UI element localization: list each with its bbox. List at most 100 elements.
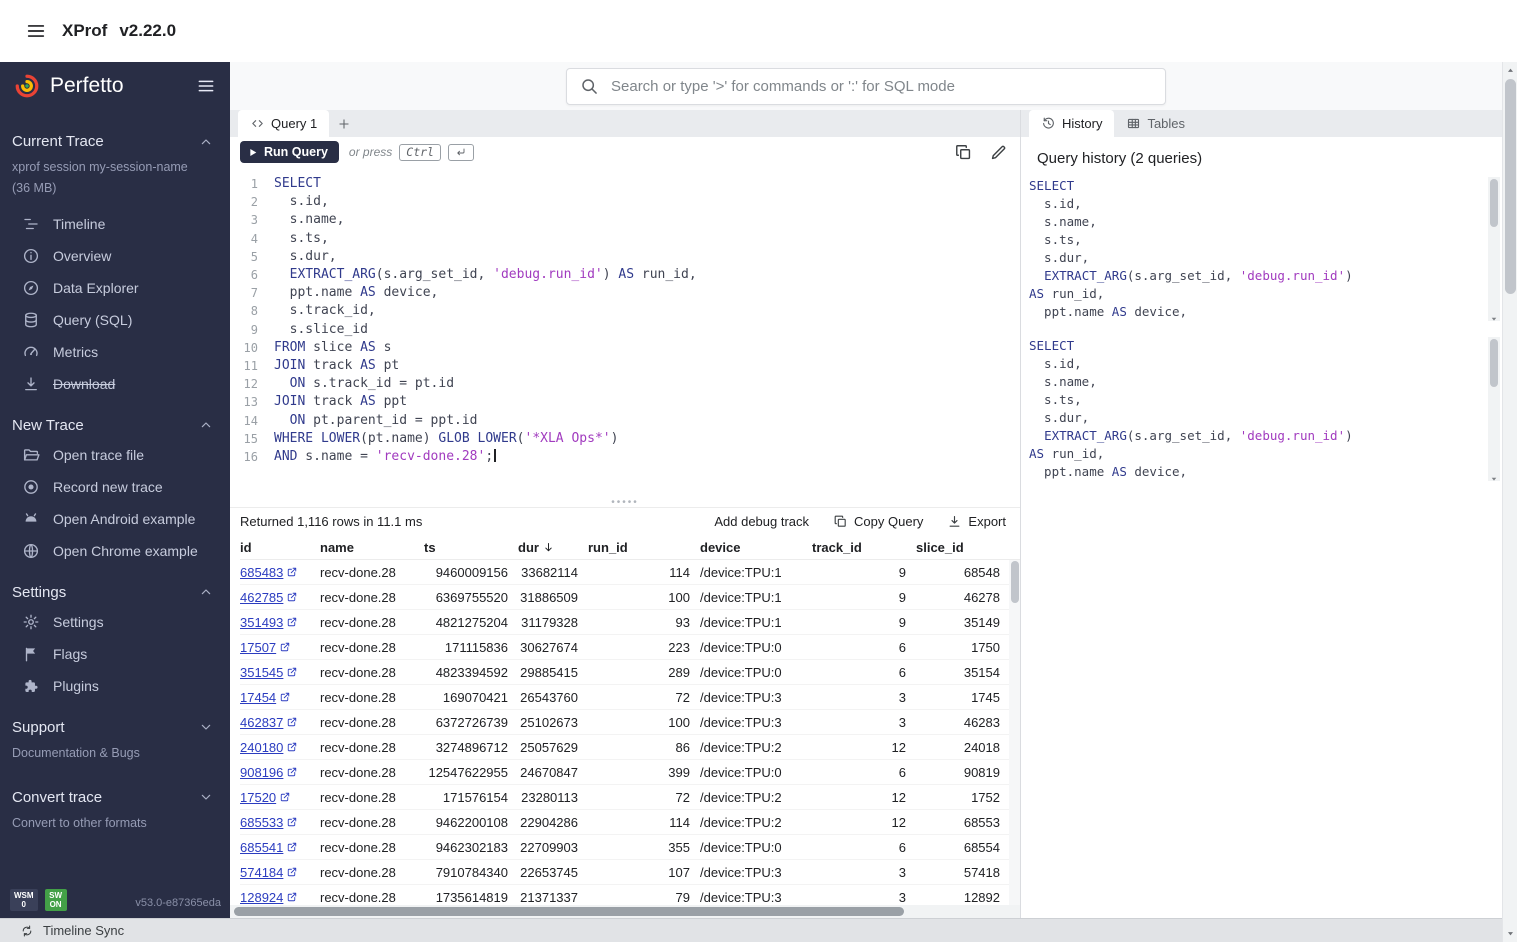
search-input[interactable] [611, 78, 1153, 95]
row-id-link[interactable]: 908196 [240, 765, 283, 780]
code-line[interactable]: s.slice_id [274, 321, 1020, 339]
panel-resize-handle[interactable]: ••••• [230, 498, 1020, 507]
sidebar-item-download[interactable]: Download [0, 368, 230, 400]
page-scrollbar-thumb[interactable] [1505, 79, 1516, 294]
row-id-link[interactable]: 685541 [240, 840, 283, 855]
tab-query-1[interactable]: Query 1 [238, 110, 329, 137]
row-id-link[interactable]: 17507 [240, 640, 276, 655]
column-header-run_id[interactable]: run_id [588, 540, 700, 555]
row-id-link[interactable]: 351493 [240, 615, 283, 630]
row-id-link[interactable]: 128924 [240, 890, 283, 905]
code-line[interactable]: JOIN track AS ppt [274, 393, 1020, 411]
open-in-new-icon[interactable] [286, 816, 298, 828]
sidebar-item-record-new-trace[interactable]: Record new trace [0, 471, 230, 503]
sidebar-item-timeline[interactable]: Timeline [0, 208, 230, 240]
row-id-link[interactable]: 240180 [240, 740, 283, 755]
open-in-new-icon[interactable] [286, 666, 298, 678]
copy-icon[interactable] [954, 143, 973, 162]
add-debug-track-button[interactable]: Add debug track [714, 514, 809, 529]
scroll-up-icon[interactable] [1505, 65, 1516, 76]
edit-icon[interactable] [989, 143, 1008, 162]
row-id-link[interactable]: 17454 [240, 690, 276, 705]
tab-tables[interactable]: Tables [1114, 110, 1197, 137]
open-in-new-icon[interactable] [279, 791, 291, 803]
open-in-new-icon[interactable] [279, 691, 291, 703]
history-entry-scrollbar[interactable] [1488, 337, 1500, 481]
column-header-track_id[interactable]: track_id [812, 540, 916, 555]
scroll-down-icon[interactable] [1489, 471, 1499, 481]
row-id-link[interactable]: 685483 [240, 565, 283, 580]
section-toggle-support[interactable]: Support [0, 712, 230, 741]
column-header-id[interactable]: id [240, 540, 320, 555]
sidebar-item-data-explorer[interactable]: Data Explorer [0, 272, 230, 304]
section-toggle-current-trace[interactable]: Current Trace [0, 126, 230, 155]
new-query-tab-button[interactable] [329, 110, 359, 137]
hamburger-menu-icon[interactable] [25, 20, 47, 42]
open-in-new-icon[interactable] [286, 766, 298, 778]
omnibox[interactable] [566, 68, 1166, 105]
sidebar-item-flags[interactable]: Flags [0, 638, 230, 670]
column-header-ts[interactable]: ts [424, 540, 518, 555]
sidebar-collapse-icon[interactable] [196, 76, 216, 96]
row-id-link[interactable]: 462837 [240, 715, 283, 730]
open-in-new-icon[interactable] [286, 866, 298, 878]
sidebar-item-open-trace-file[interactable]: Open trace file [0, 439, 230, 471]
tab-history[interactable]: History [1029, 110, 1114, 137]
page-scrollbar[interactable] [1502, 62, 1517, 942]
row-id-link[interactable]: 17520 [240, 790, 276, 805]
code-line[interactable]: s.dur, [274, 248, 1020, 266]
code-line[interactable]: EXTRACT_ARG(s.arg_set_id, 'debug.run_id'… [274, 266, 1020, 284]
results-vertical-scrollbar[interactable] [1009, 560, 1020, 905]
open-in-new-icon[interactable] [286, 591, 298, 603]
row-id-link[interactable]: 685533 [240, 815, 283, 830]
scroll-down-icon[interactable] [1505, 928, 1516, 939]
section-toggle-convert-trace[interactable]: Convert trace [0, 782, 230, 811]
timeline-sync-icon[interactable] [20, 924, 34, 938]
code-line[interactable]: SELECT [274, 175, 1020, 193]
section-toggle-settings[interactable]: Settings [0, 577, 230, 606]
code-line[interactable]: ppt.name AS device, [274, 284, 1020, 302]
code-line[interactable]: ON pt.parent_id = ppt.id [274, 412, 1020, 430]
copy-query-button[interactable]: Copy Query [833, 514, 923, 529]
sidebar-item-settings[interactable]: Settings [0, 606, 230, 638]
open-in-new-icon[interactable] [286, 616, 298, 628]
code-line[interactable]: s.id, [274, 193, 1020, 211]
code-line[interactable]: JOIN track AS pt [274, 357, 1020, 375]
open-in-new-icon[interactable] [286, 716, 298, 728]
column-header-device[interactable]: device [700, 540, 812, 555]
code-line[interactable]: AND s.name = 'recv-done.28'; [274, 448, 1020, 466]
row-id-link[interactable]: 574184 [240, 865, 283, 880]
section-toggle-new-trace[interactable]: New Trace [0, 410, 230, 439]
run-query-button[interactable]: Run Query [240, 141, 339, 163]
sidebar-item-open-android-example[interactable]: Open Android example [0, 503, 230, 535]
sql-editor[interactable]: 12345678910111213141516 SELECT s.id, s.n… [230, 167, 1020, 507]
column-header-dur[interactable]: dur [518, 540, 588, 555]
editor-code[interactable]: SELECT s.id, s.name, s.ts, s.dur, EXTRAC… [258, 175, 1020, 507]
column-header-name[interactable]: name [320, 540, 424, 555]
open-in-new-icon[interactable] [279, 641, 291, 653]
open-in-new-icon[interactable] [286, 841, 298, 853]
code-line[interactable]: s.name, [274, 211, 1020, 229]
code-line[interactable]: WHERE LOWER(pt.name) GLOB LOWER('*XLA Op… [274, 430, 1020, 448]
scroll-down-icon[interactable] [1489, 311, 1499, 321]
results-horizontal-scrollbar[interactable] [230, 905, 1020, 918]
open-in-new-icon[interactable] [286, 566, 298, 578]
sort-desc-icon[interactable] [542, 541, 555, 554]
history-entry-scrollbar[interactable] [1488, 177, 1500, 321]
open-in-new-icon[interactable] [286, 741, 298, 753]
sidebar-item-metrics[interactable]: Metrics [0, 336, 230, 368]
sidebar-item-plugins[interactable]: Plugins [0, 670, 230, 702]
history-entry[interactable]: SELECT s.id, s.name, s.ts, s.dur, EXTRAC… [1029, 177, 1500, 321]
history-entry[interactable]: SELECT s.id, s.name, s.ts, s.dur, EXTRAC… [1029, 337, 1500, 481]
sidebar-item-open-chrome-example[interactable]: Open Chrome example [0, 535, 230, 567]
code-line[interactable]: ON s.track_id = pt.id [274, 375, 1020, 393]
row-id-link[interactable]: 351545 [240, 665, 283, 680]
column-header-slice_id[interactable]: slice_id [916, 540, 1010, 555]
export-button[interactable]: Export [947, 514, 1006, 529]
code-line[interactable]: s.track_id, [274, 302, 1020, 320]
open-in-new-icon[interactable] [286, 891, 298, 903]
sidebar-item-overview[interactable]: Overview [0, 240, 230, 272]
code-line[interactable]: FROM slice AS s [274, 339, 1020, 357]
code-line[interactable]: s.ts, [274, 230, 1020, 248]
row-id-link[interactable]: 462785 [240, 590, 283, 605]
